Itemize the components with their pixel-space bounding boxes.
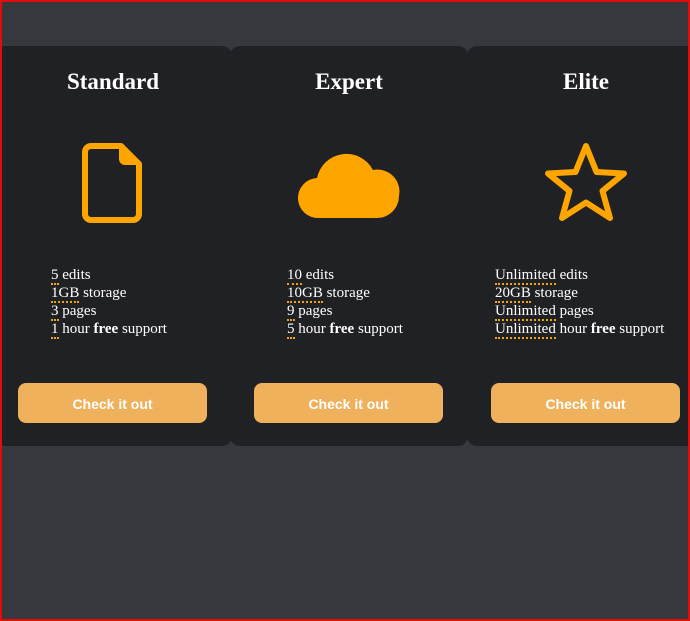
feature-item: 20GB storage — [495, 284, 690, 303]
pricing-card-standard: Standard 5 edits 1GB storage 3 pages 1 h… — [0, 46, 232, 446]
feature-text: pages — [555, 303, 594, 319]
feature-amount: Unlimited — [495, 321, 556, 339]
feature-amount: Unlimited — [495, 267, 556, 285]
star-icon — [545, 143, 627, 221]
free-label: free — [93, 321, 119, 337]
plan-title: Elite — [563, 69, 609, 94]
feature-text: edits — [555, 267, 588, 283]
plan-title: Expert — [315, 69, 383, 94]
feature-item: Unlimited pages — [495, 302, 690, 321]
feature-amount: 1GB — [51, 285, 80, 303]
feature-amount: Unlimited — [495, 303, 556, 321]
cloud-icon — [297, 153, 400, 219]
feature-text: pages — [294, 303, 333, 319]
feature-text: support — [118, 321, 167, 337]
feature-text: pages — [58, 303, 97, 319]
feature-text: hour — [58, 321, 94, 337]
check-it-out-button[interactable]: Check it out — [18, 383, 207, 423]
plan-title: Standard — [66, 69, 160, 94]
feature-amount: 20GB — [495, 285, 531, 303]
free-label: free — [590, 321, 616, 337]
feature-amount: 5 — [51, 267, 59, 285]
check-it-out-button[interactable]: Check it out — [491, 383, 680, 423]
feature-text: support — [615, 321, 665, 337]
feature-item: Unlimited edits — [495, 266, 690, 285]
check-it-out-button[interactable]: Check it out — [254, 383, 443, 423]
feature-amount: 10GB — [287, 285, 323, 303]
feature-text: hour — [294, 321, 330, 337]
feature-text: storage — [322, 285, 370, 301]
feature-amount: 1 — [51, 321, 59, 339]
feature-text: edits — [58, 267, 91, 283]
feature-text: storage — [530, 285, 578, 301]
feature-amount: 5 — [287, 321, 295, 339]
feature-amount: 9 — [287, 303, 295, 321]
feature-list: Unlimited edits 20GB storage Unlimited p… — [467, 266, 690, 339]
pricing-card-expert: Expert 10 edits 10GB storage 9 pages 5 h… — [230, 46, 468, 446]
pricing-card-elite: Elite Unlimited edits 20GB storage Unlim… — [467, 46, 690, 446]
free-label: free — [329, 321, 355, 337]
feature-text: hour — [555, 321, 591, 337]
file-icon — [82, 143, 142, 223]
feature-text: storage — [79, 285, 127, 301]
feature-text: edits — [302, 267, 335, 283]
feature-item: Unlimited hour free support — [495, 320, 690, 339]
feature-amount: 10 — [287, 267, 302, 285]
pricing-cards: Standard 5 edits 1GB storage 3 pages 1 h… — [0, 46, 690, 446]
feature-text: support — [354, 321, 403, 337]
feature-amount: 3 — [51, 303, 59, 321]
